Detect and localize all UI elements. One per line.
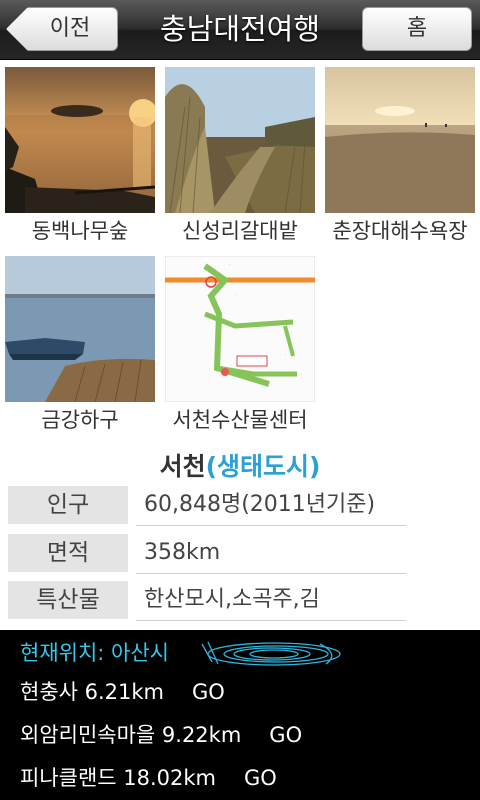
gallery-caption: 서천수산물센터: [172, 408, 308, 432]
gallery-item-chunjangdae[interactable]: 춘장대해수욕장: [325, 67, 475, 243]
back-button[interactable]: 이전: [6, 7, 118, 51]
home-button[interactable]: 홈: [362, 7, 472, 51]
info-value: 한산모시,소곡주,김: [144, 587, 320, 612]
gallery-caption: 금강하구: [41, 408, 119, 432]
go-button[interactable]: GO: [244, 766, 277, 790]
info-row-population: 인구 60,848명(2011년기준): [8, 486, 406, 526]
chunjangdae-photo[interactable]: [325, 67, 475, 213]
nearby-item-name: 현충사 6.21km: [20, 680, 165, 704]
divider: [136, 525, 406, 526]
svg-text:·: ·: [285, 352, 286, 357]
region-subtitle: (생태도시): [205, 452, 321, 481]
info-value: 358km: [144, 540, 221, 565]
gallery-item-seafood-center[interactable]: · · · 서천수산물센터: [165, 256, 315, 432]
region-title: 서천(생태도시): [0, 447, 480, 483]
gallery-caption: 춘장대해수욕장: [332, 219, 468, 243]
geumgang-photo[interactable]: [5, 256, 155, 402]
gallery-item-sinseongri[interactable]: 신성리갈대밭: [165, 67, 315, 243]
dongbaek-photo[interactable]: [5, 67, 155, 213]
divider: [136, 573, 406, 574]
info-label: 특산물: [8, 581, 128, 619]
sinseongri-photo[interactable]: [165, 67, 315, 213]
svg-text:·: ·: [235, 292, 236, 297]
page-title: 충남대전여행: [159, 12, 321, 46]
gallery-item-geumgang[interactable]: 금강하구: [5, 256, 155, 432]
info-row-specialty: 특산물 한산모시,소곡주,김: [8, 581, 406, 621]
seafood-center-map[interactable]: · · ·: [165, 256, 315, 402]
info-row-area: 면적 358km: [8, 534, 406, 574]
go-button[interactable]: GO: [269, 723, 302, 747]
go-button[interactable]: GO: [192, 680, 225, 704]
divider: [136, 620, 406, 621]
nearby-item-name: 외암리민속마을 9.22km: [20, 723, 242, 747]
gallery-caption: 동백나무숲: [31, 219, 129, 243]
gallery-item-dongbaek[interactable]: 동백나무숲: [5, 67, 155, 243]
info-value: 60,848명(2011년기준): [144, 492, 376, 517]
region-name: 서천: [159, 452, 206, 481]
info-label: 인구: [8, 486, 128, 524]
nearby-item[interactable]: 현충사 6.21km GO: [20, 677, 225, 707]
svg-text:·: ·: [229, 262, 230, 267]
nearby-item[interactable]: 외암리민속마을 9.22km GO: [20, 720, 302, 750]
gallery-caption: 신성리갈대밭: [182, 219, 298, 243]
nearby-panel: 현재위치: 아산시 현충사 6.21km GO 외암리민속마을 9.22km GO …: [0, 630, 480, 800]
title-bar: 이전 충남대전여행 홈: [0, 0, 480, 60]
location-loading-icon: [201, 641, 341, 666]
nearby-item[interactable]: 피나클랜드 18.02km GO: [20, 763, 277, 793]
current-location: 현재위치: 아산시: [20, 641, 169, 665]
nearby-item-name: 피나클랜드 18.02km: [20, 766, 217, 790]
info-label: 면적: [8, 534, 128, 572]
